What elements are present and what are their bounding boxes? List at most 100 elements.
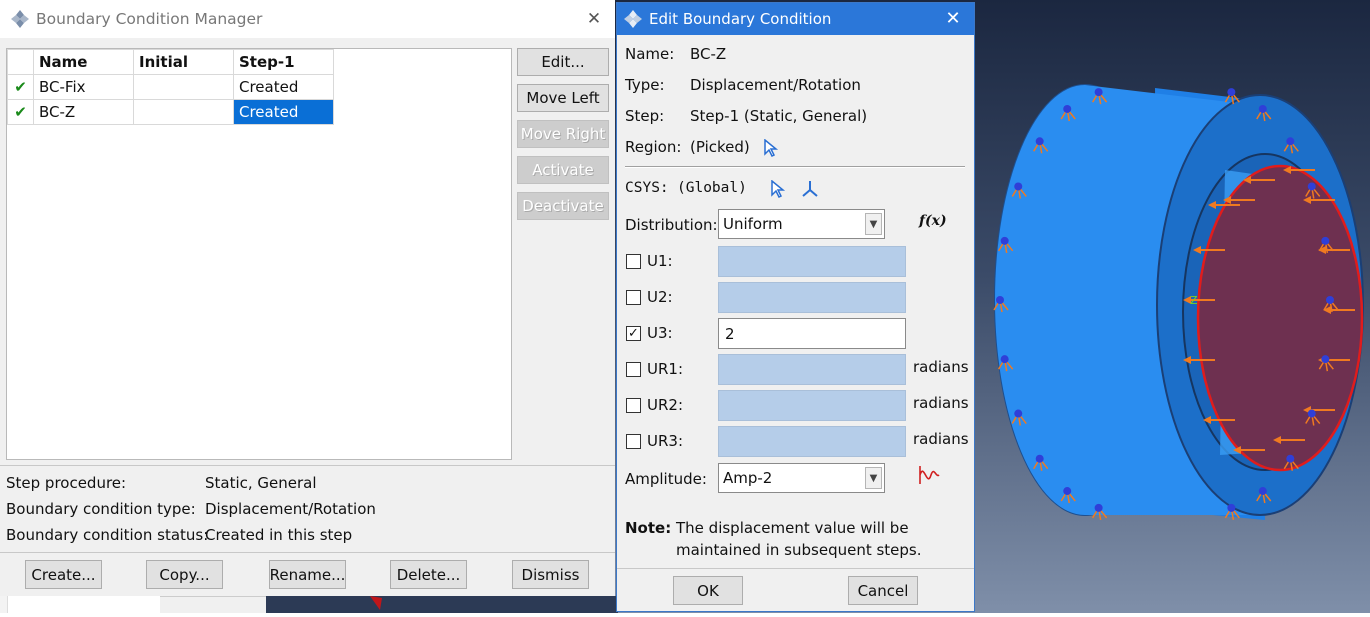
app-icon [11,10,29,28]
type-value: Displacement/Rotation [690,76,861,94]
bc-step1-cell-selected[interactable]: Created [233,99,334,125]
bc-initial-cell[interactable] [133,99,234,125]
divider [0,465,615,466]
note-line1: The displacement value will be [676,519,909,537]
amplitude-value: Amp-2 [723,469,773,487]
name-label: Name: [625,45,675,63]
bc-status-value: Created in this step [205,526,353,544]
ur2-input[interactable] [718,390,906,421]
u2-input[interactable] [718,282,906,313]
name-value: BC-Z [690,45,727,63]
ur2-units: radians [913,394,969,412]
red-arrow-icon [370,596,382,610]
type-label: Type: [625,76,665,94]
csys-label: CSYS: [625,180,669,196]
u3-checkbox[interactable]: ✓ [626,326,641,341]
header-name[interactable]: Name [33,49,134,75]
step-procedure-label: Step procedure: [6,474,127,492]
region-value: (Picked) [690,138,750,156]
close-icon[interactable]: ✕ [942,8,964,30]
region-label: Region: [625,138,682,156]
create-amplitude-icon[interactable] [917,464,941,486]
edit-bc-titlebar: Edit Boundary Condition ✕ [617,3,974,35]
u1-checkbox[interactable] [626,254,641,269]
header-initial[interactable]: Initial [133,49,234,75]
chevron-down-icon: ▼ [865,467,882,489]
bc-name-cell[interactable]: BC-Z [33,99,134,125]
ur3-label: UR3: [647,432,683,450]
create-button[interactable]: Create... [25,560,102,589]
separator [625,166,965,168]
close-icon[interactable]: ✕ [583,8,605,30]
u2-checkbox[interactable] [626,290,641,305]
ur1-checkbox[interactable] [626,362,641,377]
note-label: Note: [625,519,672,537]
datum-csys-icon[interactable] [800,179,820,199]
ur3-input[interactable] [718,426,906,457]
ur3-units: radians [913,430,969,448]
ur2-checkbox[interactable] [626,398,641,413]
deactivate-button[interactable]: Deactivate [517,192,609,220]
bc-name-cell[interactable]: BC-Fix [33,74,134,100]
bc-type-value: Displacement/Rotation [205,500,376,518]
cancel-button[interactable]: Cancel [848,576,918,605]
ur1-input[interactable] [718,354,906,385]
bc-table: Name Initial Step-1 ✔ BC-Fix Created ✔ B… [7,49,334,125]
select-region-icon[interactable] [763,139,779,157]
bc-type-label: Boundary condition type: [6,500,196,518]
viewport-strip [266,596,618,613]
move-left-button[interactable]: Move Left [517,84,609,112]
divider [0,552,615,553]
bc-initial-cell[interactable] [133,74,234,100]
bc-table-container: Name Initial Step-1 ✔ BC-Fix Created ✔ B… [6,48,512,460]
rename-button[interactable]: Rename... [269,560,346,589]
distribution-select[interactable]: Uniform ▼ [718,209,885,239]
axis-label-z: Z [1190,294,1198,307]
distribution-value: Uniform [723,215,783,233]
loaded-face [1196,164,1364,472]
status-strip [160,596,270,613]
divider [617,568,974,569]
ok-button[interactable]: OK [673,576,743,605]
header-step1[interactable]: Step-1 [233,49,334,75]
bc-manager-window: Boundary Condition Manager ✕ Name Initia… [0,0,615,596]
table-header-row: Name Initial Step-1 [7,49,334,75]
fx-button[interactable]: f(x) [919,213,947,229]
copy-button[interactable]: Copy... [146,560,223,589]
chevron-down-icon: ▼ [865,213,882,235]
u2-label: U2: [647,288,673,306]
move-right-button[interactable]: Move Right [517,120,609,148]
window-title: Boundary Condition Manager [36,10,263,28]
note-line2: maintained in subsequent steps. [676,541,922,559]
table-row[interactable]: ✔ BC-Fix Created [7,74,334,100]
step-value: Step-1 (Static, General) [690,107,868,125]
amplitude-select[interactable]: Amp-2 ▼ [718,463,885,493]
distribution-label: Distribution: [625,216,718,234]
step-procedure-value: Static, General [205,474,317,492]
step-label: Step: [625,107,665,125]
ur3-checkbox[interactable] [626,434,641,449]
edit-button[interactable]: Edit... [517,48,609,76]
activate-button[interactable]: Activate [517,156,609,184]
bc-manager-titlebar: Boundary Condition Manager ✕ [0,0,615,38]
u1-input[interactable] [718,246,906,277]
select-csys-icon[interactable] [770,180,786,198]
ur1-label: UR1: [647,360,683,378]
csys-value: (Global) [677,180,747,196]
bc-status-label: Boundary condition status: [6,526,209,544]
active-check-icon[interactable]: ✔ [7,74,34,100]
header-check [7,49,34,75]
bc-step1-cell[interactable]: Created [233,74,334,100]
active-check-icon[interactable]: ✔ [7,99,34,125]
edit-bc-window: Edit Boundary Condition ✕ Name: BC-Z Typ… [616,2,975,612]
amplitude-label: Amplitude: [625,470,707,488]
ur1-units: radians [913,358,969,376]
bc-manager-body: Name Initial Step-1 ✔ BC-Fix Created ✔ B… [0,38,615,596]
dismiss-button[interactable]: Dismiss [512,560,589,589]
table-row[interactable]: ✔ BC-Z Created [7,99,334,125]
app-icon [624,10,642,28]
delete-button[interactable]: Delete... [390,560,467,589]
u3-label: U3: [647,324,673,342]
u1-label: U1: [647,252,673,270]
u3-input[interactable]: 2 [718,318,906,349]
